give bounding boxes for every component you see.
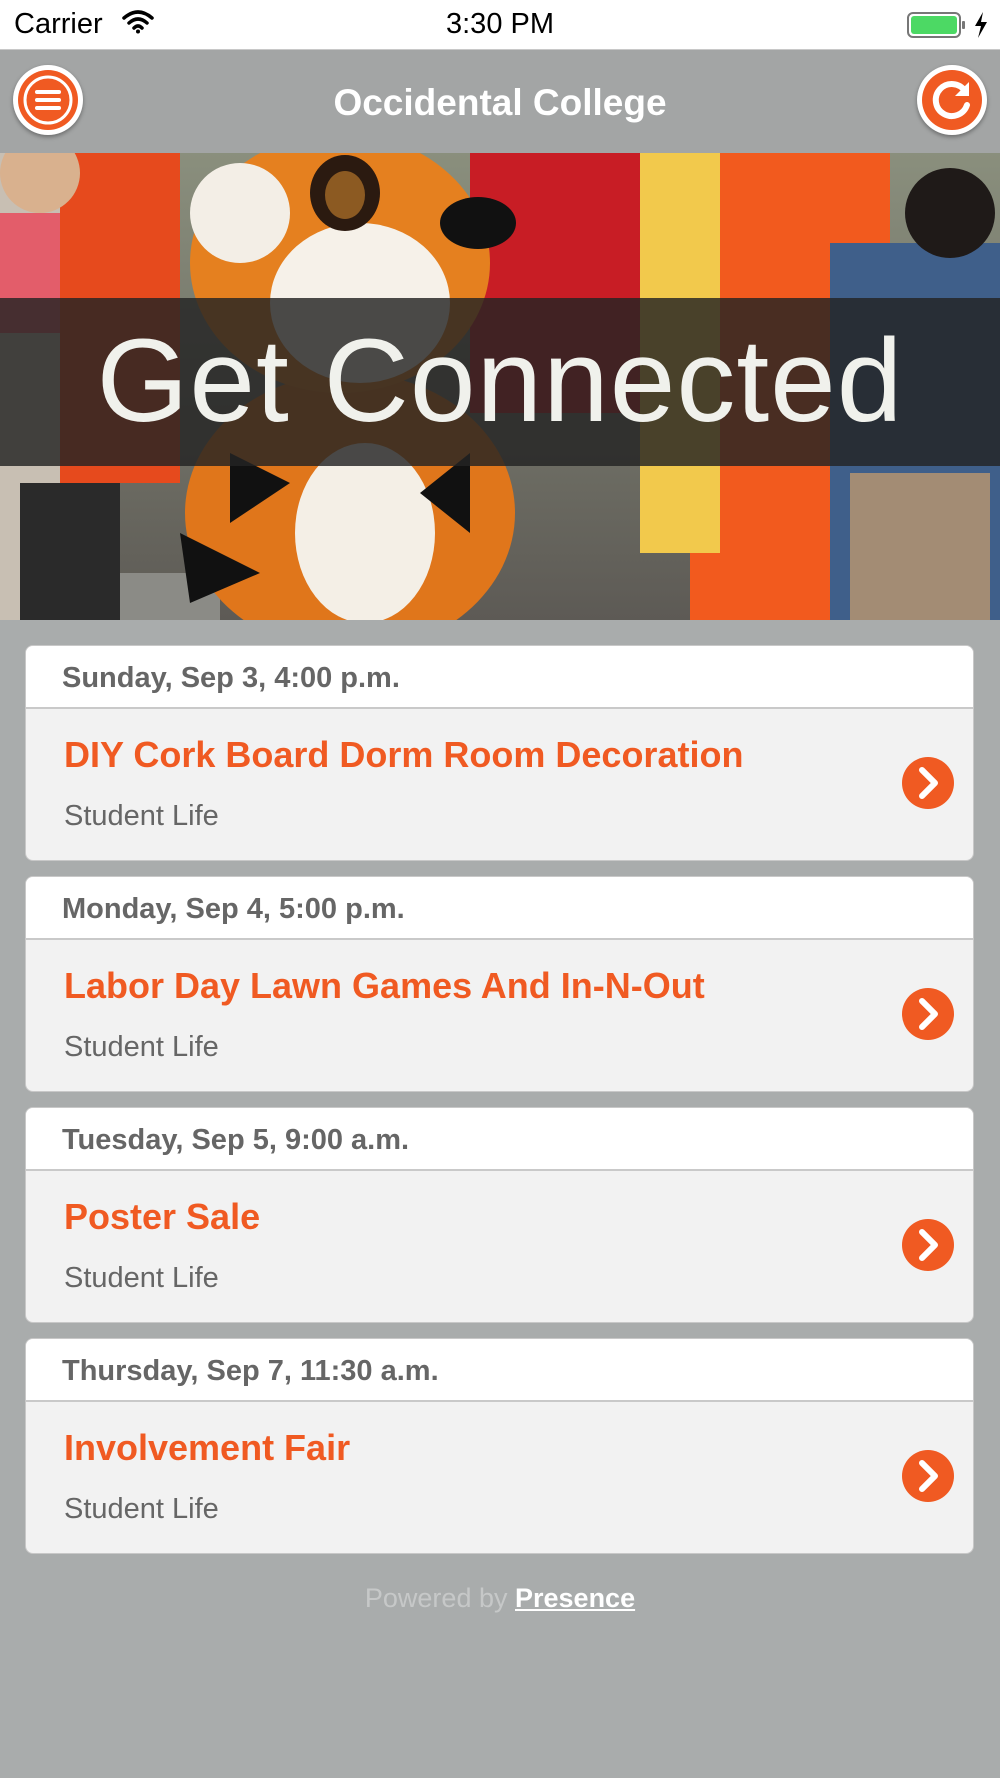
event-date: Tuesday, Sep 5, 9:00 a.m.	[26, 1108, 973, 1171]
event-card[interactable]: Monday, Sep 4, 5:00 p.m. Labor Day Lawn …	[25, 876, 974, 1092]
event-category: Student Life	[64, 1262, 219, 1294]
event-card[interactable]: Tuesday, Sep 5, 9:00 a.m. Poster Sale St…	[25, 1107, 974, 1323]
chevron-right-icon[interactable]	[901, 1218, 955, 1272]
hero-headline: Get Connected	[96, 315, 904, 447]
chevron-right-icon[interactable]	[901, 1449, 955, 1503]
event-date: Sunday, Sep 3, 4:00 p.m.	[26, 646, 973, 709]
event-title[interactable]: Involvement Fair	[64, 1427, 350, 1469]
presence-link[interactable]: Presence	[515, 1583, 635, 1613]
refresh-icon	[932, 81, 970, 120]
clock: 3:30 PM	[446, 8, 554, 40]
nav-bar: Occidental College	[0, 50, 1000, 153]
charging-bolt-icon	[975, 12, 987, 38]
event-date: Thursday, Sep 7, 11:30 a.m.	[26, 1339, 973, 1402]
event-card[interactable]: Thursday, Sep 7, 11:30 a.m. Involvement …	[25, 1338, 974, 1554]
chevron-right-icon[interactable]	[901, 987, 955, 1041]
powered-by-label: Powered by	[364, 1583, 508, 1613]
event-category: Student Life	[64, 1031, 219, 1063]
event-title[interactable]: Labor Day Lawn Games And In-N-Out	[64, 965, 705, 1007]
battery-icon	[907, 12, 965, 38]
status-bar: Carrier 3:30 PM	[0, 0, 1000, 50]
event-date: Monday, Sep 4, 5:00 p.m.	[26, 877, 973, 940]
powered-by-footer: Powered by Presence	[0, 1583, 1000, 1614]
event-category: Student Life	[64, 800, 219, 832]
event-category: Student Life	[64, 1493, 219, 1525]
chevron-right-icon[interactable]	[901, 756, 955, 810]
event-title[interactable]: Poster Sale	[64, 1196, 260, 1238]
refresh-button[interactable]	[917, 65, 987, 135]
events-list: Sunday, Sep 3, 4:00 p.m. DIY Cork Board …	[25, 645, 974, 1569]
hero-banner: Get Connected	[0, 153, 1000, 620]
page-title: Occidental College	[333, 82, 667, 123]
event-title[interactable]: DIY Cork Board Dorm Room Decoration	[64, 734, 743, 776]
event-card[interactable]: Sunday, Sep 3, 4:00 p.m. DIY Cork Board …	[25, 645, 974, 861]
